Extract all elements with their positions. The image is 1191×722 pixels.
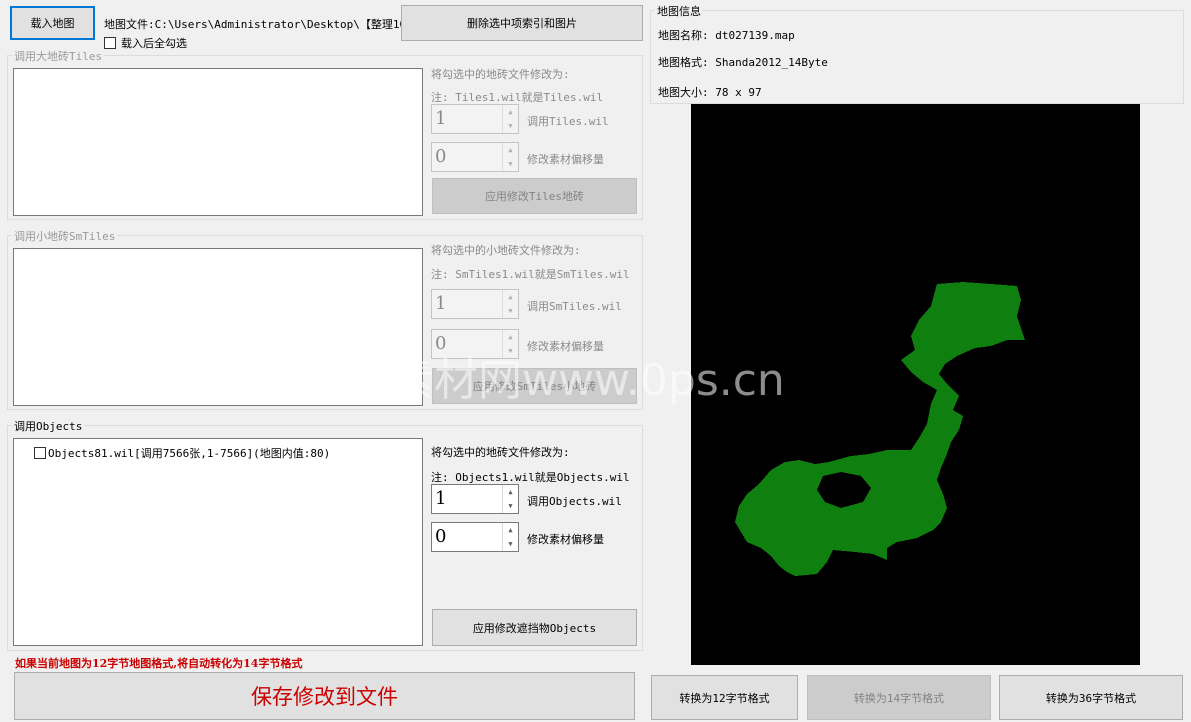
spin-down-icon[interactable]: ▼ [503, 304, 518, 318]
checkbox-box[interactable] [104, 37, 116, 49]
convert-12-byte-button[interactable]: 转换为12字节格式 [651, 675, 798, 720]
objects-listbox[interactable]: Objects81.wil[调用7566张,1-7566](地图内值:80) [13, 438, 423, 646]
smtiles-file-value: 1 [435, 293, 447, 314]
objects-offset-stepper[interactable]: 0 ▲ ▼ [431, 522, 519, 552]
objects-file-label: 调用Objects.wil [527, 495, 622, 508]
tiles-change-label: 将勾选中的地砖文件修改为: [431, 68, 570, 81]
spin-down-icon[interactable]: ▼ [503, 499, 518, 513]
map-format-row: 地图格式: Shanda2012_14Byte [658, 54, 828, 70]
objects-change-label: 将勾选中的地砖文件修改为: [431, 446, 570, 459]
spin-down-icon[interactable]: ▼ [503, 119, 518, 133]
tiles-group-title: 调用大地砖Tiles [12, 48, 105, 64]
objects-offset-label: 修改素材偏移量 [527, 533, 604, 546]
select-all-after-load-label: 载入后全勾选 [121, 37, 187, 50]
spin-up-icon[interactable]: ▲ [503, 143, 518, 157]
apply-tiles-button[interactable]: 应用修改Tiles地砖 [432, 178, 637, 214]
smtiles-change-label: 将勾选中的小地砖文件修改为: [431, 244, 581, 257]
map-preview[interactable] [691, 104, 1140, 665]
tiles-file-label: 调用Tiles.wil [527, 115, 609, 128]
save-to-file-button[interactable]: 保存修改到文件 [14, 672, 635, 720]
smtiles-offset-label: 修改素材偏移量 [527, 340, 604, 353]
tiles-listbox[interactable] [13, 68, 423, 216]
map-format-value: Shanda2012_14Byte [715, 56, 828, 69]
map-size-row: 地图大小: 78 x 97 [658, 84, 762, 100]
map-size-label: 地图大小: [658, 86, 709, 99]
objects-offset-value: 0 [435, 526, 447, 547]
apply-objects-button[interactable]: 应用修改遮挡物Objects [432, 609, 637, 646]
list-item-checkbox[interactable] [34, 447, 46, 459]
map-size-value: 78 x 97 [715, 86, 762, 99]
smtiles-listbox[interactable] [13, 248, 423, 406]
spin-down-icon[interactable]: ▼ [503, 344, 518, 358]
spin-up-icon[interactable]: ▲ [503, 105, 518, 119]
convert-14-byte-button[interactable]: 转换为14字节格式 [807, 675, 991, 720]
smtiles-offset-stepper[interactable]: 0 ▲ ▼ [431, 329, 519, 359]
load-map-button[interactable]: 载入地图 [10, 6, 95, 40]
map-name-row: 地图名称: dt027139.map [658, 27, 795, 43]
spin-down-icon[interactable]: ▼ [503, 537, 518, 551]
objects-group-title: 调用Objects [12, 418, 85, 434]
smtiles-note: 注: SmTiles1.wil就是SmTiles.wil [431, 268, 630, 281]
tiles-file-value: 1 [435, 108, 447, 129]
smtiles-file-label: 调用SmTiles.wil [527, 300, 622, 313]
apply-smtiles-button[interactable]: 应用修改SmTiles小地砖 [432, 368, 637, 404]
spin-up-icon[interactable]: ▲ [503, 523, 518, 537]
objects-file-value: 1 [435, 488, 447, 509]
list-item[interactable]: Objects81.wil[调用7566张,1-7566](地图内值:80) [34, 445, 330, 461]
delete-selected-button[interactable]: 删除选中项索引和图片 [401, 5, 643, 41]
smtiles-file-stepper[interactable]: 1 ▲ ▼ [431, 289, 519, 319]
map-name-value: dt027139.map [715, 29, 795, 42]
spin-down-icon[interactable]: ▼ [503, 157, 518, 171]
spin-up-icon[interactable]: ▲ [503, 330, 518, 344]
map-info-title: 地图信息 [655, 3, 703, 19]
list-item-label: Objects81.wil[调用7566张,1-7566](地图内值:80) [48, 447, 331, 460]
tiles-offset-label: 修改素材偏移量 [527, 153, 604, 166]
tiles-note: 注: Tiles1.wil就是Tiles.wil [431, 91, 604, 104]
map-file-path: 地图文件:C:\Users\Administrator\Desktop\【整理1… [104, 18, 418, 31]
objects-file-stepper[interactable]: 1 ▲ ▼ [431, 484, 519, 514]
tiles-offset-stepper[interactable]: 0 ▲ ▼ [431, 142, 519, 172]
spin-up-icon[interactable]: ▲ [503, 485, 518, 499]
convert-36-byte-button[interactable]: 转换为36字节格式 [999, 675, 1183, 720]
select-all-after-load-checkbox[interactable]: 载入后全勾选 [104, 35, 187, 51]
smtiles-offset-value: 0 [435, 333, 447, 354]
smtiles-group-title: 调用小地砖SmTiles [12, 228, 118, 244]
map-name-label: 地图名称: [658, 29, 709, 42]
map-land-shape [735, 282, 1025, 576]
map-format-label: 地图格式: [658, 56, 709, 69]
objects-note: 注: Objects1.wil就是Objects.wil [431, 471, 630, 484]
tiles-offset-value: 0 [435, 146, 447, 167]
format-warning: 如果当前地图为12字节地图格式,将自动转化为14字节格式 [15, 657, 303, 670]
tiles-file-stepper[interactable]: 1 ▲ ▼ [431, 104, 519, 134]
spin-up-icon[interactable]: ▲ [503, 290, 518, 304]
